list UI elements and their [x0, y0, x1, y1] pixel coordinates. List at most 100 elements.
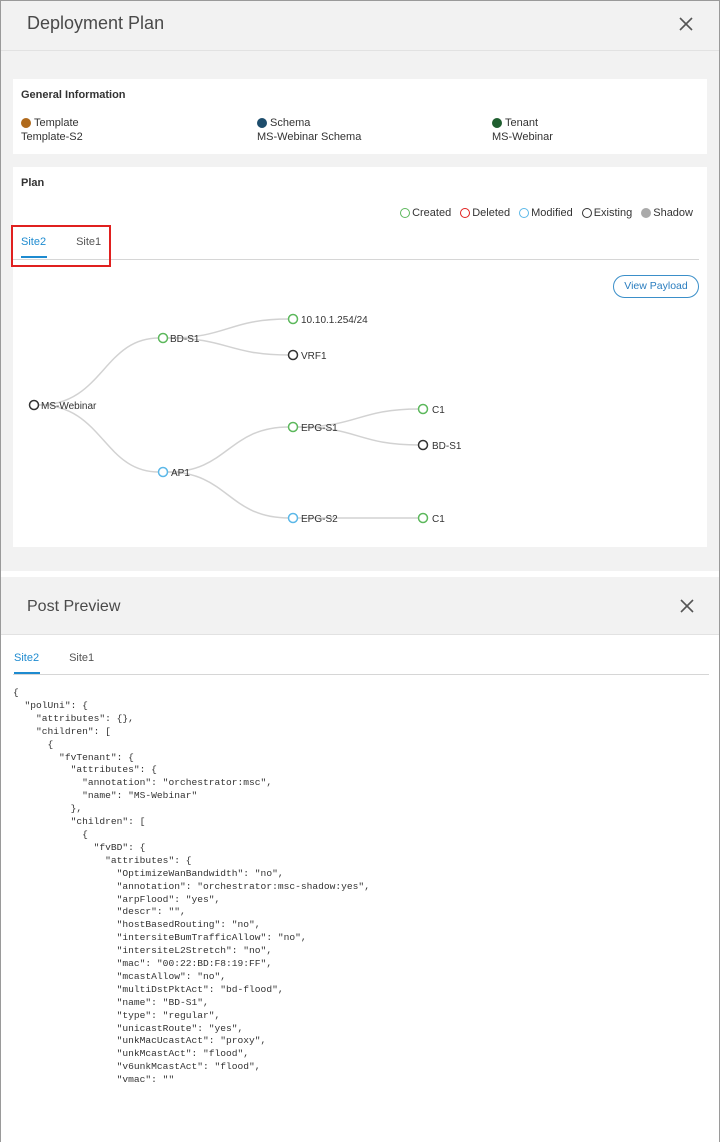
created-node-icon [287, 421, 299, 433]
view-payload-button[interactable]: View Payload [613, 275, 699, 298]
node-label-epg-s1-bd: BD-S1 [432, 441, 462, 452]
code-line: "name": "MS-Webinar" [13, 790, 198, 802]
code-line: "hostBasedRouting": "no", [13, 919, 261, 931]
legend-existing-label: Existing [593, 207, 633, 219]
legend-modified-label: Modified [531, 207, 573, 219]
node-epg-s1-c1[interactable]: C1 [417, 403, 446, 417]
close-icon[interactable] [677, 15, 695, 33]
post-preview-tabs-divider [13, 674, 709, 675]
window-frame: Deployment Plan General Information Temp… [0, 0, 720, 1142]
node-label-ms-webinar: MS-Webinar [41, 401, 97, 412]
code-line: }, [13, 803, 83, 815]
created-node-icon [287, 313, 299, 325]
code-line: "intersiteL2Stretch": "no", [13, 945, 273, 957]
schema-info: Schema MS-Webinar Schema [257, 117, 361, 143]
existing-node-icon [28, 399, 40, 411]
code-line: "mcastAllow": "no", [13, 970, 227, 982]
legend-shadow: Shadow [641, 207, 693, 219]
tree-links [38, 318, 420, 519]
tab-site1[interactable]: Site1 [69, 652, 94, 674]
existing-node-icon [287, 349, 299, 361]
code-line: "multiDstPktAct": "bd-flood", [13, 983, 284, 995]
template-icon [21, 118, 31, 128]
shadow-circle-icon [641, 208, 652, 218]
created-node-icon [417, 512, 429, 524]
schema-icon [257, 118, 267, 128]
template-value: Template-S2 [21, 131, 83, 143]
legend-deleted-label: Deleted [472, 207, 511, 219]
code-line: { [13, 687, 19, 698]
node-label-epg-s1-c1: C1 [432, 405, 445, 416]
deployment-plan-header: Deployment Plan [1, 1, 719, 51]
code-line: "unicastRoute": "yes", [13, 1022, 244, 1034]
tenant-info: Tenant MS-Webinar [492, 117, 553, 143]
legend-deleted: Deleted [460, 207, 510, 219]
plan-heading: Plan [21, 177, 45, 189]
modified-node-icon [157, 466, 169, 478]
code-line: "intersiteBumTrafficAllow": "no", [13, 932, 307, 944]
legend-modified: Modified [519, 207, 573, 219]
code-line: "OptimizeWanBandwidth": "no", [13, 867, 284, 879]
code-line: "annotation": "orchestrator:msc-shadow:y… [13, 880, 370, 892]
created-node-icon [417, 403, 429, 415]
node-label-epg-s1: EPG-S1 [301, 423, 338, 434]
template-label: Template [34, 117, 79, 129]
modified-circle-icon [519, 208, 530, 218]
node-label-epg-s2: EPG-S2 [301, 514, 338, 525]
post-preview-title: Post Preview [27, 598, 121, 615]
node-label-vrf1: VRF1 [301, 351, 327, 362]
node-ms-webinar[interactable]: MS-Webinar [28, 399, 98, 413]
schema-value: MS-Webinar Schema [257, 131, 362, 143]
code-line: "attributes": { [13, 764, 157, 776]
node-vrf1[interactable]: VRF1 [287, 349, 328, 363]
existing-circle-icon [581, 208, 592, 218]
tenant-label: Tenant [505, 117, 539, 129]
legend-shadow-label: Shadow [653, 207, 693, 219]
created-circle-icon [400, 208, 411, 218]
code-line: "descr": "", [13, 906, 186, 918]
deployment-plan-title: Deployment Plan [27, 13, 165, 33]
link-root-ap1 [38, 404, 160, 473]
tab-site2[interactable]: Site2 [14, 652, 41, 674]
node-epg-s1-bd[interactable]: BD-S1 [417, 439, 462, 453]
code-line: "vmac": "" [13, 1074, 175, 1086]
existing-node-icon [417, 439, 429, 451]
code-line: "mac": "00:22:BD:F8:19:FF", [13, 958, 273, 970]
code-line: "arpFlood": "yes", [13, 893, 221, 905]
created-node-icon [157, 332, 169, 344]
code-line: "name": "BD-S1", [13, 996, 209, 1008]
node-label-bd-s1: BD-S1 [170, 334, 200, 345]
plan-tree-diagram: MS-Webinar BD-S1 10.10.1.254/24 VRF1 AP1… [28, 313, 462, 526]
general-information-card: General Information Template Template-S2… [13, 79, 707, 154]
node-epg-s2[interactable]: EPG-S2 [287, 512, 339, 526]
node-label-epg-s2-c1: C1 [432, 514, 445, 525]
node-subnet[interactable]: 10.10.1.254/24 [287, 313, 369, 327]
node-ap1[interactable]: AP1 [157, 466, 191, 480]
code-line: "fvBD": { [13, 841, 146, 853]
code-line: "unkMacUcastAct": "proxy", [13, 1035, 267, 1047]
node-epg-s1[interactable]: EPG-S1 [287, 421, 339, 435]
link-ap1-epg1 [167, 426, 290, 473]
tenant-icon [492, 118, 502, 128]
payload-code-block: { "polUni": { "attributes": {}, "childre… [13, 687, 703, 1087]
post-preview-site-tabs: Site2 Site1 [14, 652, 124, 674]
general-information-heading: General Information [21, 89, 126, 101]
post-preview-header: Post Preview [1, 577, 719, 635]
close-icon[interactable] [678, 597, 696, 615]
node-epg-s2-c1[interactable]: C1 [417, 512, 446, 526]
code-line: "children": [ [13, 816, 146, 828]
node-bd-s1[interactable]: BD-S1 [157, 332, 200, 346]
node-label-subnet: 10.10.1.254/24 [301, 315, 368, 326]
legend-created: Created [400, 207, 451, 219]
plan-legend: Created Deleted Modified Existing Shadow [400, 207, 693, 219]
code-line: "attributes": {}, [13, 712, 134, 724]
node-label-ap1: AP1 [171, 468, 190, 479]
schema-label: Schema [270, 117, 311, 129]
legend-existing: Existing [581, 207, 633, 219]
code-line: "attributes": { [13, 854, 192, 866]
code-line: "children": [ [13, 725, 111, 737]
deleted-circle-icon [460, 208, 471, 218]
code-line: { [13, 738, 54, 750]
tenant-value: MS-Webinar [492, 131, 553, 143]
post-preview-modal: Post Preview Site2 Site1 { "polUni": { "… [1, 577, 719, 1142]
